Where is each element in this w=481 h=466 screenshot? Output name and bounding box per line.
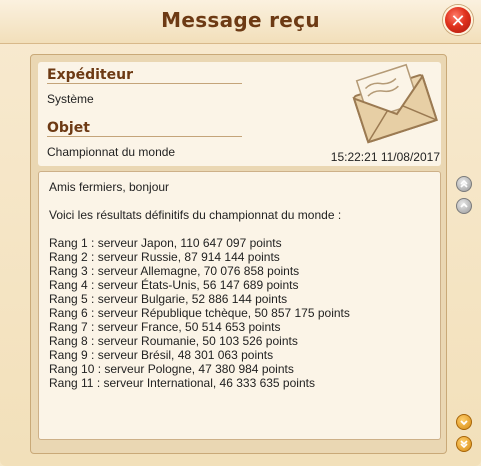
scroll-up-button[interactable] (456, 198, 472, 214)
message-greeting: Amis fermiers, bonjour (49, 180, 170, 194)
rank-line: Rang 2 : serveur Russie, 87 914 144 poin… (49, 250, 280, 264)
scroll-to-bottom-button[interactable] (456, 436, 472, 452)
rank-line: Rang 1 : serveur Japon, 110 647 097 poin… (49, 236, 282, 250)
rank-line: Rang 10 : serveur Pologne, 47 380 984 po… (49, 362, 294, 376)
divider (47, 83, 242, 84)
sender-value: Système (47, 92, 94, 106)
message-body: Amis fermiers, bonjour Voici les résulta… (38, 171, 441, 440)
chevron-up-icon (460, 202, 468, 208)
chevron-down-icon (460, 420, 468, 426)
message-timestamp: 15:22:21 11/08/2017 (330, 150, 440, 164)
scroll-down-button[interactable] (456, 414, 472, 430)
message-intro: Voici les résultats définitifs du champi… (49, 208, 342, 222)
rank-line: Rang 11 : serveur International, 46 333 … (49, 376, 315, 390)
double-chevron-up-icon (460, 179, 468, 188)
rank-line: Rang 6 : serveur République tchèque, 50 … (49, 306, 350, 320)
close-button[interactable]: ✕ (443, 5, 473, 35)
rank-line: Rang 7 : serveur France, 50 514 653 poin… (49, 320, 281, 334)
envelope-icon (352, 63, 438, 144)
rank-line: Rang 4 : serveur États-Unis, 56 147 689 … (49, 278, 299, 292)
rank-line: Rang 9 : serveur Brésil, 48 301 063 poin… (49, 348, 274, 362)
rank-line: Rang 8 : serveur Roumanie, 50 103 526 po… (49, 334, 298, 348)
subject-value: Championnat du monde (47, 145, 176, 159)
scroll-to-top-button[interactable] (456, 176, 472, 192)
rank-line: Rang 5 : serveur Bulgarie, 52 886 144 po… (49, 292, 288, 306)
message-window: Message reçu ✕ Expéditeur Système Objet … (0, 0, 481, 466)
double-chevron-down-icon (460, 440, 468, 449)
close-icon: ✕ (450, 11, 466, 32)
rank-line: Rang 3 : serveur Allemagne, 70 076 858 p… (49, 264, 300, 278)
subject-label: Objet (47, 120, 90, 136)
divider (47, 136, 242, 137)
sender-label: Expéditeur (47, 67, 133, 83)
title-bar: Message reçu ✕ (0, 0, 481, 44)
window-title: Message reçu (161, 8, 320, 32)
